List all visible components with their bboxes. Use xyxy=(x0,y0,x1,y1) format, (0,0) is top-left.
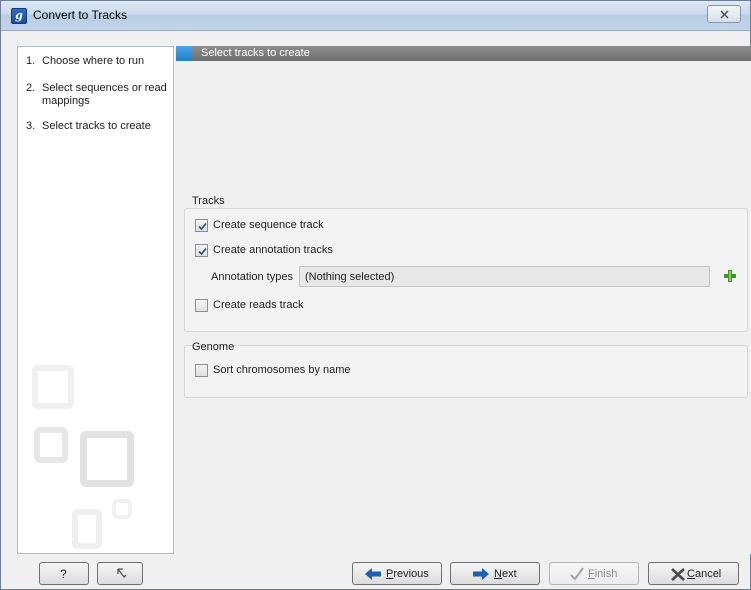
annotation-types-label: Annotation types xyxy=(211,271,293,283)
arrow-right-icon xyxy=(473,568,489,580)
reads-track-label: Create reads track xyxy=(213,299,304,311)
sequence-track-checkbox[interactable] xyxy=(195,219,208,232)
title-bar: g Convert to Tracks xyxy=(1,1,750,31)
finish-label: Finish xyxy=(588,568,618,580)
annotation-tracks-checkbox[interactable] xyxy=(195,244,208,257)
sequence-track-label: Create sequence track xyxy=(213,219,324,231)
previous-button[interactable]: Previous xyxy=(352,562,442,585)
annotation-types-field[interactable]: (Nothing selected) xyxy=(299,266,710,287)
plus-icon[interactable] xyxy=(723,269,737,283)
window-title: Convert to Tracks xyxy=(33,8,128,22)
app-logo-icon: g xyxy=(11,8,27,24)
annotation-tracks-label: Create annotation tracks xyxy=(213,244,333,256)
checkmark-icon xyxy=(198,247,207,256)
step-title: Select tracks to create xyxy=(201,47,310,59)
cancel-x-icon xyxy=(671,568,685,581)
arrow-left-icon xyxy=(365,568,381,580)
step-header: Select tracks to create xyxy=(176,46,751,61)
previous-label: Previous xyxy=(386,568,429,580)
help-icon: ? xyxy=(60,567,67,581)
reset-button[interactable] xyxy=(97,562,143,585)
tracks-group-title: Tracks xyxy=(192,195,225,207)
header-accent-square xyxy=(176,46,191,61)
genome-group-title: Genome xyxy=(192,341,235,353)
close-button[interactable] xyxy=(707,5,741,23)
finish-button[interactable]: Finish xyxy=(549,562,639,585)
cancel-label: Cancel xyxy=(687,568,722,580)
sort-chromosomes-checkbox[interactable] xyxy=(195,364,208,377)
checkmark-icon xyxy=(198,222,207,231)
finish-check-icon xyxy=(570,567,584,581)
next-button[interactable]: Next xyxy=(450,562,540,585)
wizard-steps-panel: 1. Choose where to run 2. Select sequenc… xyxy=(17,46,174,554)
dialog-window: g Convert to Tracks 1. Choose where to r… xyxy=(0,0,751,590)
reset-icon xyxy=(117,568,127,578)
cancel-button[interactable]: Cancel xyxy=(648,562,739,585)
next-label: Next xyxy=(494,568,517,580)
close-icon xyxy=(720,10,729,19)
reads-track-checkbox[interactable] xyxy=(195,299,208,312)
help-button[interactable]: ? xyxy=(39,562,89,585)
sort-chromosomes-label: Sort chromosomes by name xyxy=(213,364,351,376)
annotation-types-value: (Nothing selected) xyxy=(305,271,395,283)
